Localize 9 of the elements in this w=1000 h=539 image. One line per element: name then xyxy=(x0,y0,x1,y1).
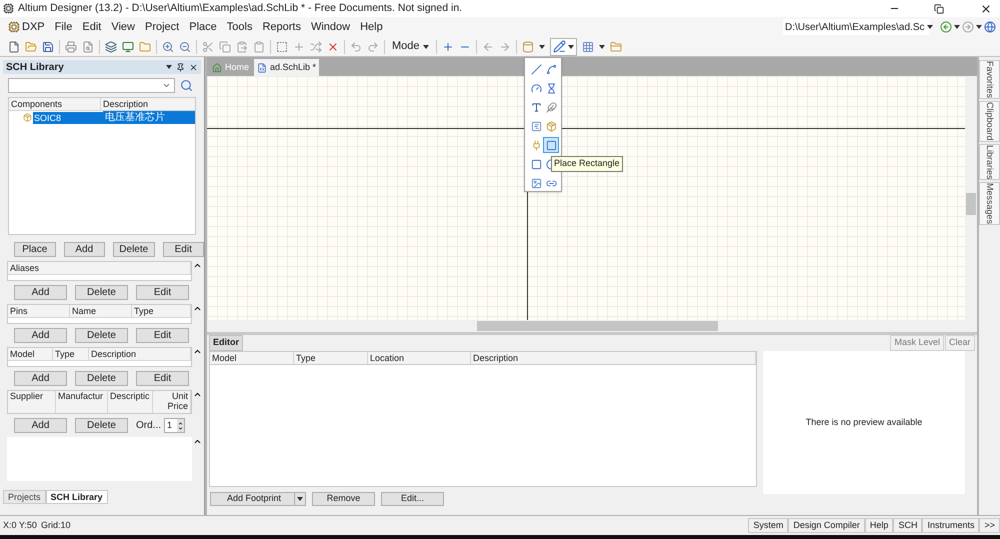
order-label: Ord... xyxy=(136,419,162,433)
window-title: Altium Designer (13.2) - D:\User\Altium\Examples\ad.SchLib * - Free Documents. Not signed in. xyxy=(18,0,462,16)
table-cell: 电压基准芯片 xyxy=(103,111,195,124)
table-cell: SOIC8 xyxy=(33,112,103,124)
preview-message: There is no preview available xyxy=(806,416,922,429)
tooltip: Place Rectangle xyxy=(551,156,623,172)
panel-title: SCH Library xyxy=(6,60,65,74)
coordinates: X:0 Y:50 xyxy=(3,518,38,532)
grid-size: Grid:10 xyxy=(41,518,71,532)
